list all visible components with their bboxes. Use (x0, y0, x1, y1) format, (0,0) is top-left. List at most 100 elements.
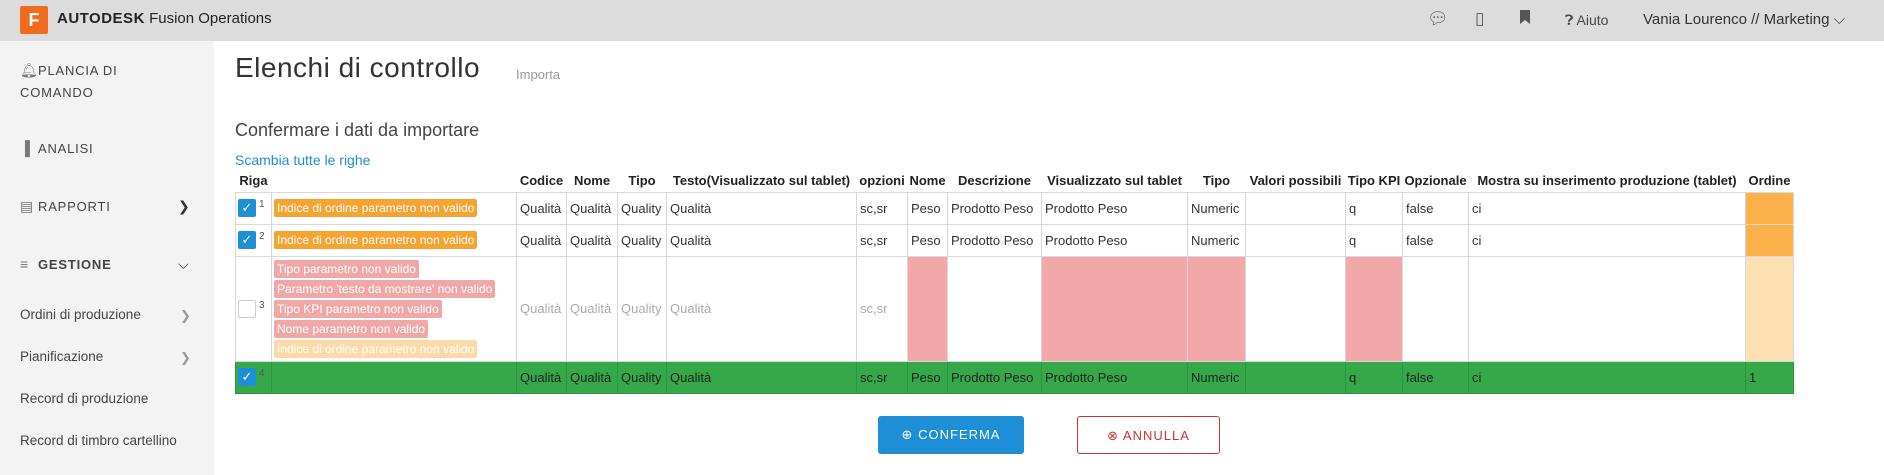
row-checkbox[interactable]: ✓ (238, 231, 256, 249)
column-header: Riga (239, 173, 268, 189)
table-cell (1745, 191, 1794, 225)
table-cell: q (1345, 191, 1403, 225)
bookmark-icon[interactable] (1519, 9, 1531, 29)
cancel-button[interactable]: ⊗ ANNULLA (1077, 416, 1220, 454)
row-number: 3 (259, 299, 265, 311)
brand-bold: AUTODESK (57, 10, 145, 27)
table-cell: q (1345, 360, 1403, 394)
column-header: Tipo (1202, 173, 1231, 189)
column-header: Codice (519, 173, 564, 189)
chevron-right-icon[interactable]: ❯ (180, 308, 191, 324)
column-header (272, 170, 517, 192)
error-badge: Parametro 'testo da mostrare' non valido (274, 279, 496, 298)
table-cell: Qualità (516, 255, 567, 362)
table-cell (1041, 255, 1188, 362)
error-badge: Tipo parametro non valido (274, 259, 419, 278)
table-cell (1745, 223, 1794, 257)
help-link[interactable]: ❓︎ Aiuto (1565, 12, 1608, 29)
row-select-cell: 3 (235, 255, 272, 362)
user-menu[interactable]: Vania Lourenco // Marketing ⌵ (1643, 11, 1845, 28)
column-header: Descrizione (958, 173, 1031, 189)
table-cell: Numeric (1187, 223, 1246, 257)
table-cell: 1 (1745, 360, 1794, 394)
swap-all-rows-link[interactable]: Scambia tutte le righe (235, 152, 370, 168)
table-cell (1245, 255, 1346, 362)
table-row: 3 Tipo parametro non valido Parametro 'tes… (235, 255, 1794, 362)
chevron-right-icon[interactable]: ❯ (178, 198, 190, 215)
row-errors-cell: Indice di ordine parametro non valido (271, 223, 517, 257)
chevron-down-icon: ⌵ (1833, 11, 1846, 28)
table-cell: sc,sr (856, 223, 908, 257)
app-logo[interactable]: F (20, 6, 48, 34)
sidebar-sub-planning[interactable]: Pianificazione (20, 349, 103, 364)
confirm-heading: Confermare i dati da importare (235, 120, 480, 140)
table-cell: Prodotto Peso (947, 191, 1042, 225)
row-checkbox[interactable]: ✓ (238, 368, 256, 386)
sidebar-item-management[interactable]: ≡ GESTIONE (20, 256, 112, 272)
table-cell: Qualità (666, 255, 857, 362)
sidebar-sub-production-orders[interactable]: Ordini di produzione (20, 307, 141, 322)
table-cell: sc,sr (856, 191, 908, 225)
mobile-icon[interactable]: ▯ (1475, 9, 1484, 29)
sidebar-sub-timecard-records[interactable]: Record di timbro cartellino (20, 433, 177, 448)
row-checkbox[interactable] (238, 299, 256, 318)
table-cell: Qualità (666, 223, 857, 257)
table-row: ✓ 2 Indice di ordine parametro non valido Q… (235, 223, 1794, 257)
table-body: ✓ 1 Indice di ordine parametro non valido Q… (235, 191, 1794, 394)
sidebar-item-dashboard[interactable]: 🔔︎PLANCIA DI COMANDO (20, 59, 190, 104)
page-subtitle: Importa (516, 67, 561, 82)
sidebar: 🔔︎PLANCIA DI COMANDO ▐ ANALISI ▤ RAPPORTI … (0, 41, 214, 475)
table-cell (1402, 255, 1469, 362)
confirm-button[interactable]: ⊕ CONFERMA (878, 416, 1024, 454)
row-number: 4 (259, 368, 265, 379)
bell-icon: 🔔︎ (20, 62, 39, 78)
help-label: Aiuto (1576, 12, 1609, 28)
table-cell: Qualità (666, 191, 857, 225)
table-cell: false (1402, 191, 1469, 225)
table-cell (1245, 360, 1346, 394)
help-icon: ❓︎ (1565, 12, 1574, 28)
cancel-label: ANNULLA (1122, 428, 1190, 443)
chat-icon[interactable]: 💬︎ (1427, 9, 1449, 29)
table-cell: Quality (617, 255, 667, 362)
table-cell: Prodotto Peso (1041, 223, 1188, 257)
row-number: 1 (259, 199, 265, 210)
table-cell (1245, 191, 1346, 225)
table-cell: false (1402, 360, 1469, 394)
table-cell: Qualità (516, 360, 567, 394)
chevron-down-icon[interactable]: ⌵ (178, 256, 189, 273)
row-select-cell: ✓ 1 (235, 191, 272, 225)
table-cell (1345, 255, 1403, 362)
row-errors-cell: Tipo parametro non valido Parametro 'test… (271, 255, 517, 362)
table-cell: Qualità (666, 360, 857, 394)
sidebar-item-reports[interactable]: ▤ RAPPORTI (20, 198, 111, 215)
user-name: Vania Lourenco // Marketing (1643, 11, 1830, 28)
table-cell: ci (1468, 223, 1746, 257)
table-cell: Qualità (516, 223, 567, 257)
table-cell: Numeric (1187, 191, 1246, 225)
error-badge: Indice di ordine parametro non valido (274, 339, 478, 358)
row-select-cell: ✓ 4 (235, 360, 272, 394)
table-row: ✓ 1 Indice di ordine parametro non valido Q… (235, 191, 1794, 225)
table-cell: Prodotto Peso (1041, 191, 1188, 225)
sidebar-item-analysis[interactable]: ▐ ANALISI (20, 140, 93, 156)
sidebar-sub-production-records[interactable]: Record di produzione (20, 391, 148, 406)
table-cell (947, 255, 1042, 362)
top-bar: F AUTODESK Fusion Operations 💬︎ ▯ ❓︎ Aiu… (0, 0, 1884, 41)
table-cell: ci (1468, 360, 1746, 394)
column-header: Tipo KPI (1347, 173, 1401, 189)
table-header-row: Riga Codice Nome Tipo Testo(Visualizzato sul… (236, 170, 1794, 192)
table-cell: Peso (907, 360, 948, 394)
table-cell (1745, 255, 1794, 362)
table-cell: Quality (617, 191, 667, 225)
error-badge: Nome parametro non valido (274, 319, 429, 338)
table-cell: Peso (907, 191, 948, 225)
column-header: Visualizzato sul tablet (1047, 173, 1182, 189)
column-header: Nome (909, 173, 946, 189)
chevron-right-icon[interactable]: ❯ (180, 350, 191, 366)
column-header: opzioni (859, 173, 905, 189)
import-table: Riga Codice Nome Tipo Testo(Visualizzato sul… (235, 170, 1794, 394)
row-checkbox[interactable]: ✓ (238, 199, 256, 217)
column-header: Testo(Visualizzato sul tablet) (672, 173, 851, 189)
table-row: ✓ 4 Qualità Qualità Quality Qualità sc,sr Peso P… (235, 360, 1794, 394)
